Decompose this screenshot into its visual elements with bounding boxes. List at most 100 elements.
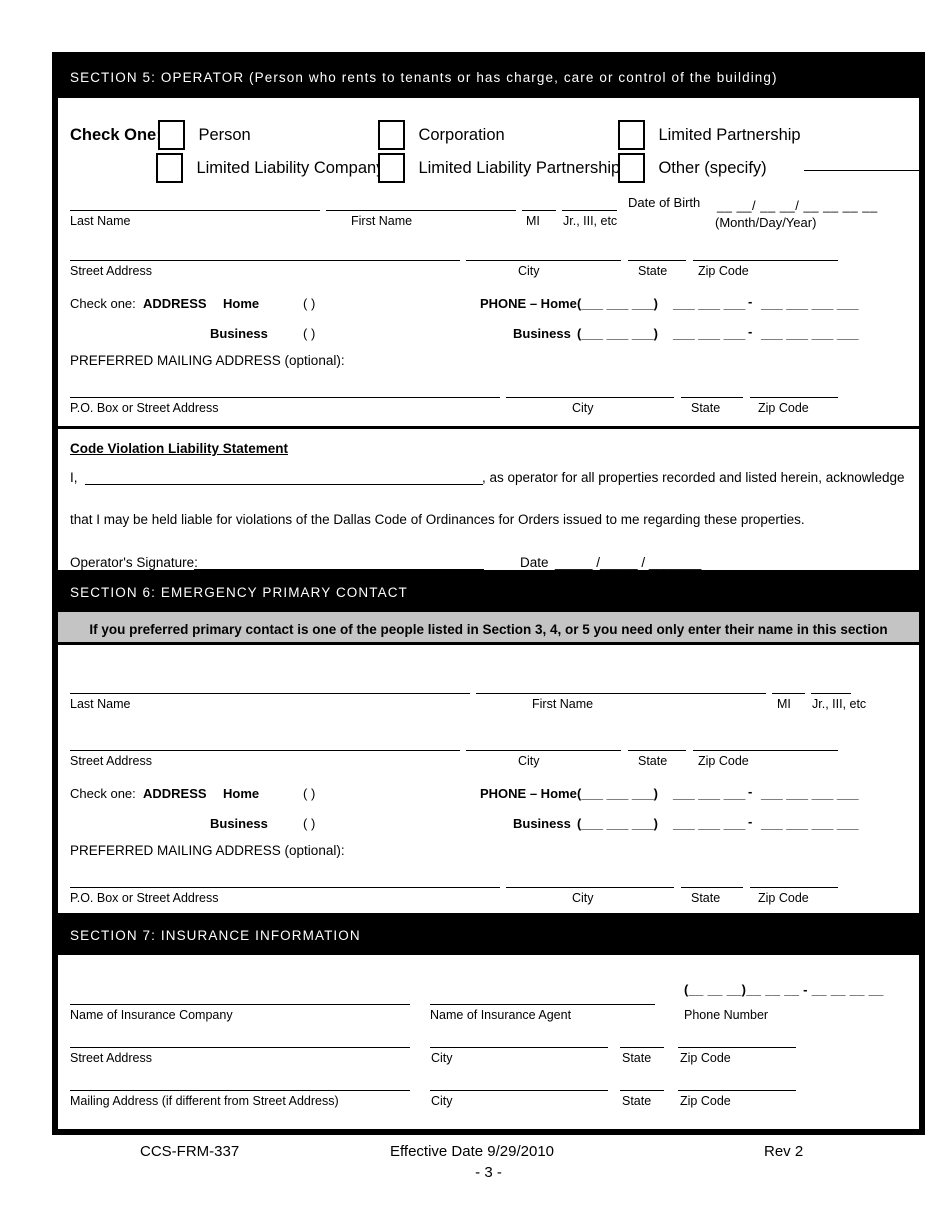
s7-mailing-zip-input-line[interactable] [678,1090,796,1091]
first-name-label: First Name [351,214,413,228]
s6-address-business-paren[interactable]: ( ) [303,816,315,831]
checkbox-limited-liability-company-box[interactable] [156,153,183,183]
phone-home-area[interactable]: (___ ___ ___) [577,296,658,311]
s6-first-name-input-line[interactable] [476,693,766,694]
checkbox-limited-partnership-box[interactable] [618,120,645,150]
s7-mailing-input-line[interactable] [70,1090,410,1091]
checkbox-corporation-box[interactable] [378,120,405,150]
address-business-label: Business [210,326,268,341]
liability-line1-prefix: I, [70,470,78,485]
s6-preferred-state-input-line[interactable] [681,887,743,888]
s7-street-input-line[interactable] [70,1047,410,1048]
s6-phone-home-dash: - [748,784,753,799]
preferred-state-input-line[interactable] [681,397,743,398]
section-7-header-text: SECTION 7: INSURANCE INFORMATION [70,928,361,943]
mi-input-line[interactable] [522,210,556,211]
phone-home-label: PHONE – Home [480,296,577,311]
s6-phone-home-area[interactable]: (___ ___ ___) [577,786,658,801]
dob-pattern[interactable]: __ __/ __ __/ __ __ __ __ [717,198,878,213]
liability-name-input-line[interactable] [85,484,483,485]
s6-state-input-line[interactable] [628,750,686,751]
checkbox-limited-liability-company[interactable]: Limited Liability Company [156,153,384,183]
s6-preferred-zip-input-line[interactable] [750,887,838,888]
preferred-state-label: State [691,401,721,415]
phone-home-prefix[interactable]: ___ ___ ___ [673,296,745,311]
s6-address-word-label: ADDRESS [143,786,207,801]
checkbox-other[interactable]: Other (specify) [618,153,767,183]
checkbox-corporation[interactable]: Corporation [378,120,505,150]
section-5-body: Check One: Person Corporation Limited Pa… [58,98,924,415]
checkbox-other-box[interactable] [618,153,645,183]
checkbox-person[interactable]: Person [158,120,251,150]
section-7-body: (__ __ __)__ __ __ - __ __ __ __ Name of… [58,955,919,1108]
s7-zip-input-line[interactable] [678,1047,796,1048]
s6-preferred-pobox-input-line[interactable] [70,887,500,888]
section-6-notice: If you preferred primary contact is one … [58,609,919,645]
s6-phone-home-label: PHONE – Home [480,786,577,801]
footer-page-marker: - 3 - [52,1164,925,1181]
other-specify-input-line[interactable] [804,170,924,171]
zip-input-line[interactable] [693,260,838,261]
address-home-label: Home [223,296,260,311]
checkbox-person-box[interactable] [158,120,185,150]
street-address-input-line[interactable] [70,260,460,261]
section-6-notice-text: If you preferred primary contact is one … [89,622,888,637]
s6-city-input-line[interactable] [466,750,621,751]
suffix-input-line[interactable] [562,210,617,211]
s7-mailing-label: Mailing Address (if different from Stree… [70,1094,339,1108]
address-business-paren[interactable]: ( ) [303,326,315,341]
phone-home-line[interactable]: ___ ___ ___ ___ [761,296,859,311]
form-page-frame: SECTION 5: OPERATOR (Person who rents to… [52,52,925,1135]
check-one-address-label: Check one: [70,296,136,311]
s7-company-input-line[interactable] [70,1004,410,1005]
s6-suffix-input-line[interactable] [811,693,851,694]
first-name-input-line[interactable] [326,210,516,211]
operator-signature-input-line[interactable] [194,569,484,570]
checkbox-limited-liability-partnership-box[interactable] [378,153,405,183]
s7-mailing-state-input-line[interactable] [620,1090,664,1091]
s6-phone-home-line[interactable]: ___ ___ ___ ___ [761,786,859,801]
s6-phone-business-line[interactable]: ___ ___ ___ ___ [761,816,859,831]
dob-label: Date of Birth [628,195,701,210]
section-6-body: Last Name First Name MI Jr., III, etc St… [58,645,919,913]
footer-revision: Rev 2 [764,1143,804,1160]
phone-business-line[interactable]: ___ ___ ___ ___ [761,326,859,341]
s6-address-home-paren[interactable]: ( ) [303,786,315,801]
checkbox-limited-liability-partnership-label: Limited Liability Partnership [418,158,621,177]
s7-mailing-city-input-line[interactable] [430,1090,608,1091]
last-name-input-line[interactable] [70,210,320,211]
suffix-label: Jr., III, etc [563,214,618,228]
s6-last-name-label: Last Name [70,697,131,711]
phone-business-area[interactable]: (___ ___ ___) [577,326,658,341]
s6-zip-input-line[interactable] [693,750,838,751]
preferred-city-input-line[interactable] [506,397,674,398]
s7-city-input-line[interactable] [430,1047,608,1048]
s7-zip-label: Zip Code [680,1051,731,1065]
checkbox-corporation-label: Corporation [418,125,505,144]
state-input-line[interactable] [628,260,686,261]
s6-preferred-city-input-line[interactable] [506,887,674,888]
preferred-zip-input-line[interactable] [750,397,838,398]
city-input-line[interactable] [466,260,621,261]
s6-phone-business-area[interactable]: (___ ___ ___) [577,816,658,831]
street-address-label: Street Address [70,264,152,278]
checkbox-limited-partnership[interactable]: Limited Partnership [618,120,801,150]
preferred-pobox-input-line[interactable] [70,397,500,398]
s6-last-name-input-line[interactable] [70,693,470,694]
s7-city-label: City [431,1051,453,1065]
s7-agent-input-line[interactable] [430,1004,655,1005]
liability-date-pattern[interactable]: _____ /_____ / _______ [555,555,701,570]
phone-business-prefix[interactable]: ___ ___ ___ [673,326,745,341]
s6-phone-business-prefix[interactable]: ___ ___ ___ [673,816,745,831]
section-5-header: SECTION 5: OPERATOR (Person who rents to… [58,58,919,98]
s7-phone-pattern[interactable]: (__ __ __)__ __ __ - __ __ __ __ [684,982,884,997]
address-home-paren[interactable]: ( ) [303,296,315,311]
s6-mi-input-line[interactable] [772,693,805,694]
s7-state-input-line[interactable] [620,1047,664,1048]
city-label: City [518,264,540,278]
s6-street-address-input-line[interactable] [70,750,460,751]
s6-phone-home-prefix[interactable]: ___ ___ ___ [673,786,745,801]
preferred-city-label: City [572,401,594,415]
checkbox-limited-liability-partnership[interactable]: Limited Liability Partnership [378,153,620,183]
s6-preferred-mailing-title: PREFERRED MAILING ADDRESS (optional): [70,843,345,858]
